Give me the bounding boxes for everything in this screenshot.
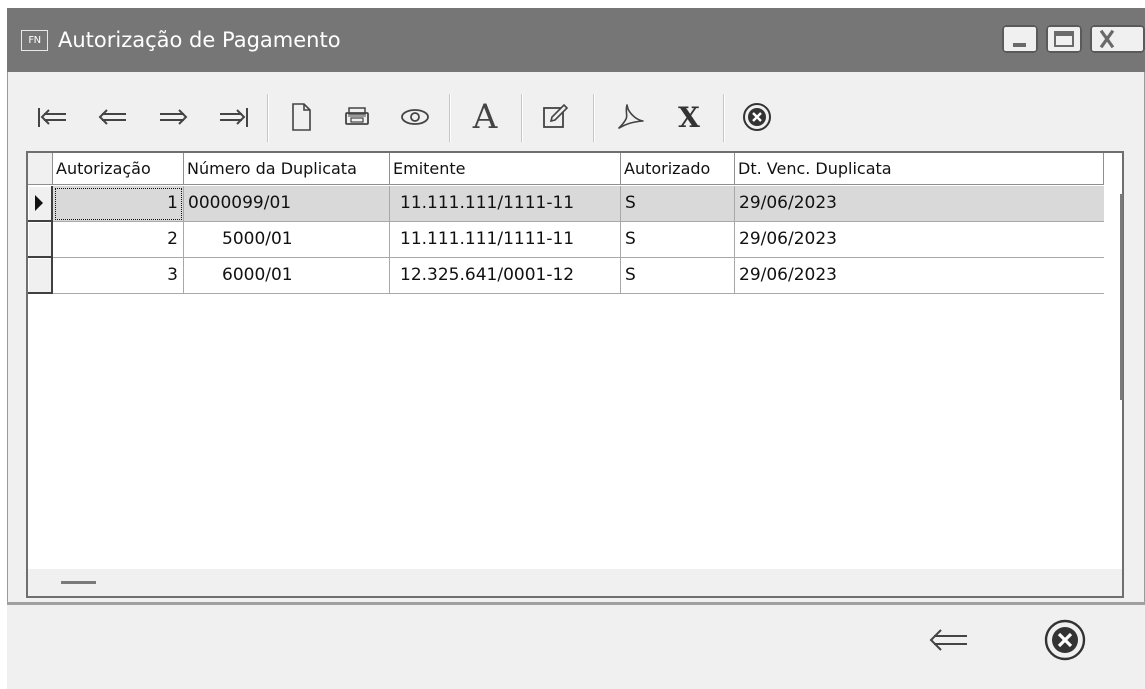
first-record-icon xyxy=(38,108,66,127)
view-eye-icon xyxy=(401,109,429,125)
close-button[interactable] xyxy=(1035,615,1095,665)
toolbar-separator xyxy=(267,94,269,142)
last-record-button[interactable] xyxy=(215,92,251,142)
table-row[interactable]: 1 0000099/01 11.111.111/1111-11 S 29/06/… xyxy=(28,186,1104,222)
next-record-button[interactable] xyxy=(155,92,191,142)
new-button[interactable] xyxy=(283,92,319,142)
cell-vencimento[interactable]: 29/06/2023 xyxy=(735,258,1104,294)
new-document-icon xyxy=(292,103,311,131)
column-header-vencimento[interactable]: Dt. Venc. Duplicata xyxy=(735,153,1104,185)
grid-header: Autorização Número da Duplicata Emitente… xyxy=(28,153,1104,186)
cell-vencimento[interactable]: 29/06/2023 xyxy=(735,186,1104,222)
vertical-scrollbar[interactable] xyxy=(1120,194,1123,400)
horizontal-scroll-thumb[interactable] xyxy=(61,581,96,584)
app-badge-icon: FN xyxy=(21,30,48,51)
next-record-icon xyxy=(160,109,188,125)
print-icon xyxy=(345,107,369,125)
cell-autorizado[interactable]: S xyxy=(621,186,735,222)
minimize-button[interactable] xyxy=(1002,25,1038,53)
maximize-button[interactable] xyxy=(1046,25,1082,53)
column-header-autorizacao[interactable]: Autorização xyxy=(53,153,184,185)
current-row-arrow-icon xyxy=(35,195,43,211)
maximize-icon xyxy=(1054,31,1074,47)
cell-numero[interactable]: 5000/01 xyxy=(184,222,390,258)
column-header-emitente[interactable]: Emitente xyxy=(390,153,621,185)
close-circle-icon xyxy=(1044,619,1086,661)
pdf-icon xyxy=(618,104,644,129)
cell-autorizado[interactable]: S xyxy=(621,222,735,258)
minimize-icon xyxy=(1013,43,1026,47)
excel-x-icon: X xyxy=(678,100,700,134)
cell-numero[interactable]: 0000099/01 xyxy=(184,186,390,222)
indicator-header xyxy=(28,153,53,185)
toolbar: A X xyxy=(29,88,1124,148)
toolbar-separator xyxy=(723,94,725,142)
cell-emitente[interactable]: 12.325.641/0001-12 xyxy=(390,258,621,294)
table-row[interactable]: 2 5000/01 11.111.111/1111-11 S 29/06/202… xyxy=(28,222,1104,258)
prior-record-icon xyxy=(98,109,126,125)
column-header-numero[interactable]: Número da Duplicata xyxy=(184,153,390,185)
last-record-icon xyxy=(220,108,248,127)
edit-button[interactable] xyxy=(535,92,575,142)
cell-autorizacao[interactable]: 2 xyxy=(53,222,184,258)
title-bar[interactable]: FN Autorização de Pagamento xyxy=(7,8,1145,72)
view-button[interactable] xyxy=(395,92,435,142)
horizontal-scrollbar[interactable] xyxy=(28,569,1122,596)
close-window-button[interactable] xyxy=(1090,25,1145,53)
main-window: FN Autorização de Pagamento A X Autoriza… xyxy=(7,8,1145,689)
cancel-circle-icon xyxy=(743,103,771,131)
row-indicator[interactable] xyxy=(28,186,53,222)
first-record-button[interactable] xyxy=(35,92,71,142)
print-button[interactable] xyxy=(337,92,377,142)
font-button[interactable]: A xyxy=(465,92,505,142)
column-header-autorizado[interactable]: Autorizado xyxy=(621,153,735,185)
toolbar-separator xyxy=(449,94,451,142)
toolbar-separator xyxy=(593,94,595,142)
cell-vencimento[interactable]: 29/06/2023 xyxy=(735,222,1104,258)
excel-button[interactable]: X xyxy=(669,92,709,142)
pdf-button[interactable] xyxy=(611,92,651,142)
back-arrow-icon xyxy=(929,629,967,651)
cancel-button[interactable] xyxy=(737,92,777,142)
cell-autorizacao[interactable]: 3 xyxy=(53,258,184,294)
cell-emitente[interactable]: 11.111.111/1111-11 xyxy=(390,186,621,222)
window-title: Autorização de Pagamento xyxy=(58,28,341,52)
row-indicator[interactable] xyxy=(28,222,53,258)
cell-autorizacao[interactable]: 1 xyxy=(53,186,184,222)
row-indicator[interactable] xyxy=(28,258,53,294)
cell-emitente[interactable]: 11.111.111/1111-11 xyxy=(390,222,621,258)
close-x-icon xyxy=(1099,29,1115,49)
edit-icon xyxy=(543,103,569,128)
toolbar-separator xyxy=(521,94,523,142)
prior-record-button[interactable] xyxy=(95,92,131,142)
table-row[interactable]: 3 6000/01 12.325.641/0001-12 S 29/06/202… xyxy=(28,258,1104,294)
font-a-icon: A xyxy=(472,97,498,137)
cell-numero[interactable]: 6000/01 xyxy=(184,258,390,294)
cell-autorizado[interactable]: S xyxy=(621,258,735,294)
back-button[interactable] xyxy=(919,615,979,665)
footer-bar xyxy=(7,605,1145,689)
data-grid[interactable]: Autorização Número da Duplicata Emitente… xyxy=(26,151,1124,598)
